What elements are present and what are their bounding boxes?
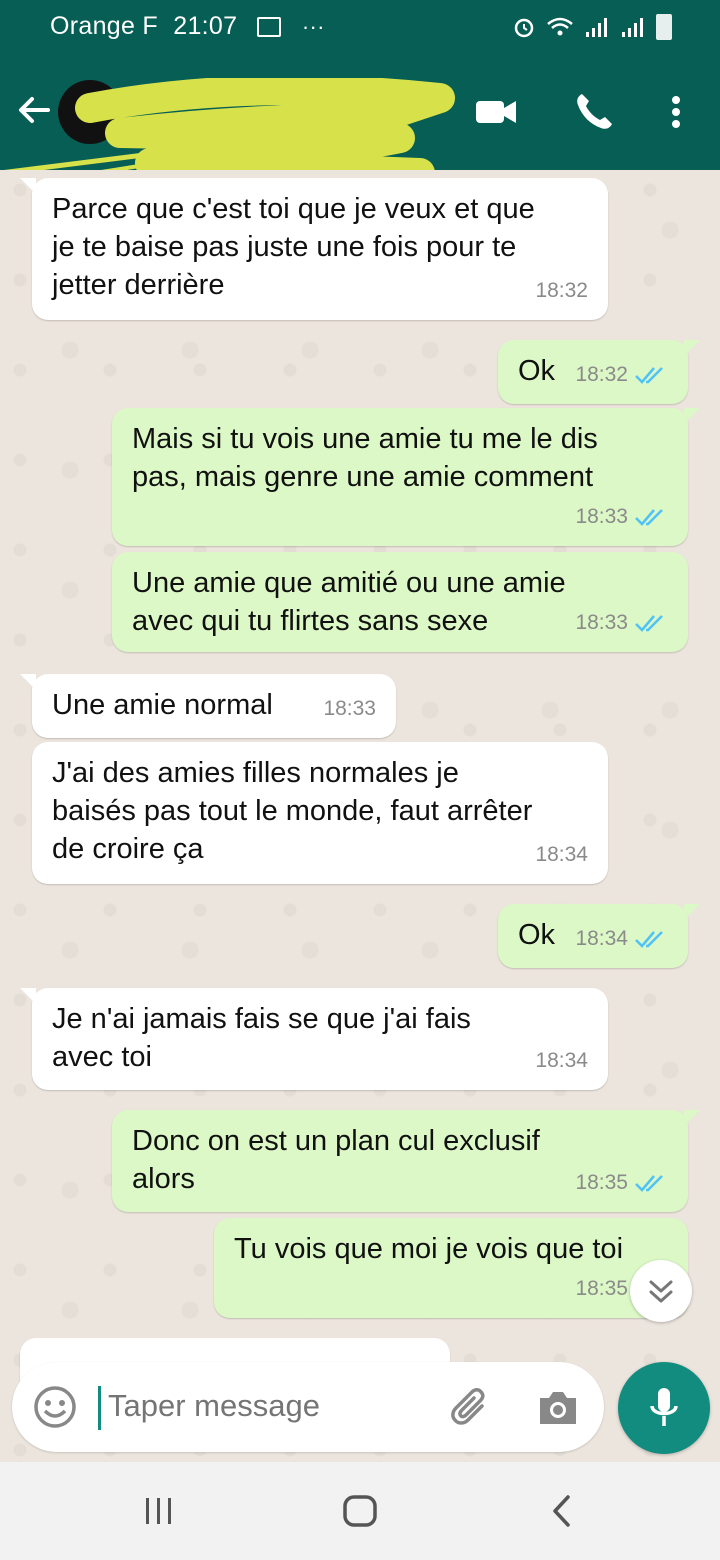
status-bar: Orange F 21:07 ··· bbox=[0, 0, 720, 58]
chat-header bbox=[0, 58, 720, 228]
read-receipt-icon bbox=[635, 509, 663, 526]
back-nav-icon[interactable] bbox=[550, 1494, 574, 1528]
read-receipt-icon bbox=[635, 615, 663, 632]
message-incoming[interactable]: Parce que c'est toi que je veux et que j… bbox=[20, 178, 608, 320]
microphone-icon bbox=[650, 1388, 678, 1426]
message-text: Ok bbox=[518, 355, 556, 387]
message-outgoing[interactable]: Donc on est un plan cul exclusif alors 1… bbox=[112, 1110, 700, 1212]
message-outgoing[interactable]: Ok 18:34 bbox=[498, 904, 700, 968]
message-time: 18:34 bbox=[575, 927, 628, 950]
message-text: Parce que c'est toi que je veux et que j… bbox=[52, 193, 535, 301]
camera-icon[interactable] bbox=[536, 1388, 580, 1428]
message-text: Une amie que amitié ou une amie avec qui… bbox=[132, 567, 566, 637]
chat-area[interactable]: Parce que c'est toi que je veux et que j… bbox=[0, 170, 720, 1460]
more-notifications-icon: ··· bbox=[301, 14, 325, 39]
read-receipt-icon bbox=[635, 1175, 663, 1192]
message-text: Je n'ai jamais fais se que j'ai fais ave… bbox=[52, 1003, 471, 1073]
message-time: 18:32 bbox=[575, 363, 628, 386]
message-incoming[interactable]: Je n'ai jamais fais se que j'ai fais ave… bbox=[20, 988, 608, 1090]
signal-icon-2 bbox=[622, 18, 643, 37]
wifi-icon bbox=[547, 17, 573, 36]
message-composer bbox=[12, 1362, 604, 1452]
message-time: 18:35 bbox=[575, 1277, 628, 1300]
message-outgoing[interactable]: Ok 18:32 bbox=[498, 340, 700, 404]
image-notification-icon bbox=[256, 17, 281, 38]
recent-apps-icon[interactable] bbox=[142, 1494, 176, 1528]
signal-icon-1 bbox=[586, 18, 607, 37]
message-time: 18:33 bbox=[323, 697, 376, 720]
scroll-to-bottom-button[interactable] bbox=[630, 1260, 692, 1322]
voice-message-button[interactable] bbox=[618, 1362, 710, 1454]
message-text: Mais si tu vois une amie tu me le dis pa… bbox=[132, 423, 598, 493]
alarm-icon bbox=[514, 18, 534, 38]
message-outgoing[interactable]: Mais si tu vois une amie tu me le dis pa… bbox=[112, 408, 700, 546]
text-cursor bbox=[98, 1386, 101, 1430]
message-outgoing[interactable]: Une amie que amitié ou une amie avec qui… bbox=[112, 552, 688, 652]
emoji-icon[interactable] bbox=[32, 1384, 78, 1430]
clock: 21:07 bbox=[173, 12, 238, 40]
message-time: 18:33 bbox=[575, 611, 628, 634]
more-options-icon[interactable] bbox=[652, 88, 700, 136]
status-right bbox=[512, 14, 672, 40]
voice-call-icon[interactable] bbox=[570, 88, 618, 136]
message-text: Donc on est un plan cul exclusif alors bbox=[132, 1125, 540, 1195]
carrier-label: Orange F bbox=[50, 12, 159, 40]
message-text: Une amie normal bbox=[52, 689, 273, 721]
system-nav-bar bbox=[0, 1462, 720, 1560]
message-text: Ok bbox=[518, 919, 556, 951]
message-time: 18:35 bbox=[575, 1171, 628, 1194]
message-time: 18:32 bbox=[535, 279, 588, 302]
back-arrow-icon[interactable] bbox=[12, 88, 56, 132]
status-left: Orange F 21:07 ··· bbox=[50, 12, 325, 41]
message-input[interactable] bbox=[108, 1388, 408, 1424]
message-outgoing[interactable]: Tu vois que moi je vois que toi 18:35 bbox=[214, 1218, 688, 1318]
message-incoming[interactable]: J'ai des amies filles normales je baisés… bbox=[32, 742, 608, 884]
home-icon[interactable] bbox=[342, 1494, 378, 1528]
contact-avatar[interactable] bbox=[58, 80, 122, 144]
video-call-icon[interactable] bbox=[472, 88, 520, 136]
message-incoming[interactable]: Une amie normal 18:33 bbox=[20, 674, 396, 738]
double-chevron-down-icon bbox=[649, 1280, 673, 1303]
battery-icon bbox=[656, 14, 672, 40]
contact-name[interactable] bbox=[140, 84, 460, 114]
read-receipt-icon bbox=[635, 931, 663, 948]
message-text: Tu vois que moi je vois que toi bbox=[234, 1233, 624, 1265]
message-text: J'ai des amies filles normales je baisés… bbox=[52, 757, 533, 865]
message-time: 18:33 bbox=[575, 505, 628, 528]
read-receipt-icon bbox=[635, 367, 663, 384]
message-time: 18:34 bbox=[535, 1049, 588, 1072]
attach-icon[interactable] bbox=[448, 1386, 494, 1432]
message-time: 18:34 bbox=[535, 843, 588, 866]
